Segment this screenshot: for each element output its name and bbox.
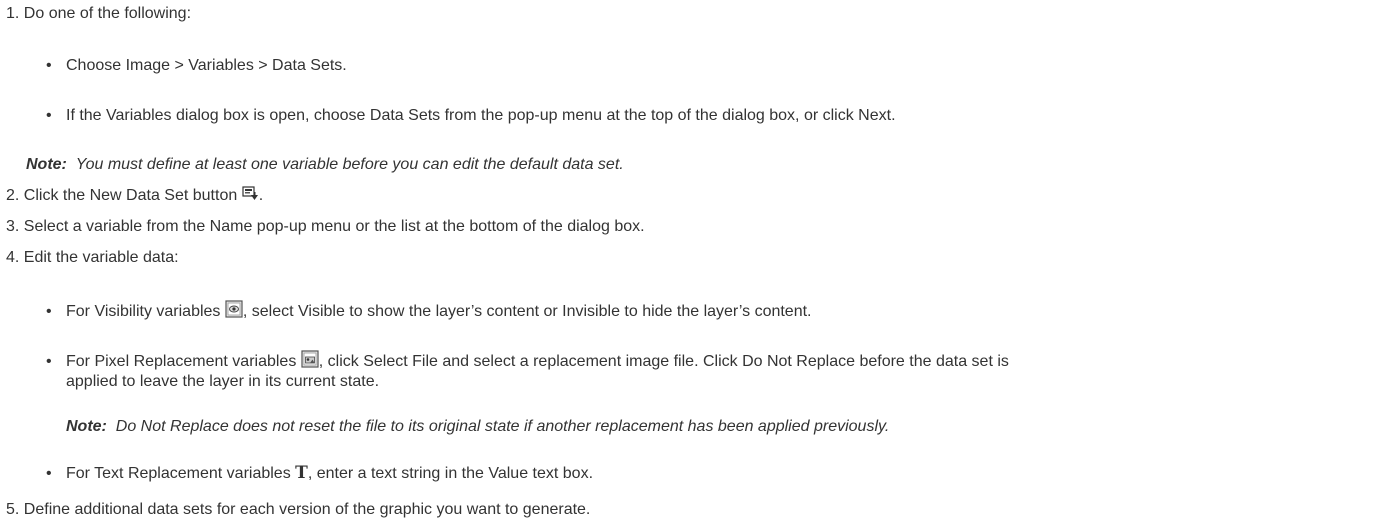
bullet: • [46,107,52,124]
note-text: Do Not Replace does not reset the file t… [115,418,890,435]
list-item-text-end: , click Select File and select a replace… [318,353,1009,370]
step-5: 5. Define additional data sets for each … [6,500,590,520]
step-text: Select a variable from the Name pop-up m… [23,218,645,235]
bullet: • [46,57,52,74]
list-item-text-end: , select Visible to show the layer’s con… [242,303,812,320]
step-text: Do one of the following: [23,5,192,22]
step-text-end: . [258,187,264,204]
step-3: 3. Select a variable from the Name pop-u… [6,217,645,237]
new-data-set-icon [242,186,259,208]
step-text: Define additional data sets for each ver… [23,501,591,518]
pixel-replacement-icon [301,350,319,374]
list-item-text: For Pixel Replacement variables [66,353,297,370]
step-1: 1. Do one of the following: [6,4,191,24]
note: Note: You must define at least one varia… [26,155,624,175]
step-number: 4. [6,249,20,266]
step-number: 2. [6,187,20,204]
visibility-variable-icon [225,300,243,324]
step-number: 1. [6,5,20,22]
step-2: 2. Click the New Data Set button . [6,186,263,208]
list-item: • If the Variables dialog box is open, ch… [46,106,896,126]
list-item: • For Visibility variables , select Visib… [46,300,812,324]
note-text: You must define at least one variable be… [75,156,624,173]
list-item: • For Text Replacement variables T, enter… [46,463,593,484]
step-number: 5. [6,501,20,518]
bullet: • [46,353,52,370]
step-number: 3. [6,218,20,235]
list-item-text: For Text Replacement variables [66,465,291,482]
list-item-text: Choose Image > Variables > Data Sets. [66,57,347,74]
note-label: Note: [26,156,67,173]
step-text: Click the New Data Set button [23,187,238,204]
bullet: • [46,303,52,320]
list-item-text: applied to leave the layer in its curren… [66,373,380,390]
list-item-continuation: applied to leave the layer in its curren… [66,372,379,392]
note-label: Note: [66,418,107,435]
list-item-text: If the Variables dialog box is open, cho… [66,107,896,124]
bullet: • [46,465,52,482]
list-item: • For Pixel Replacement variables , click… [46,350,1009,374]
list-item-text: For Visibility variables [66,303,221,320]
step-4: 4. Edit the variable data: [6,248,179,268]
text-replacement-icon: T [295,463,308,483]
list-item-text-end: , enter a text string in the Value text … [307,465,594,482]
note: Note: Do Not Replace does not reset the … [66,417,889,437]
list-item: • Choose Image > Variables > Data Sets. [46,56,347,76]
step-text: Edit the variable data: [23,249,179,266]
